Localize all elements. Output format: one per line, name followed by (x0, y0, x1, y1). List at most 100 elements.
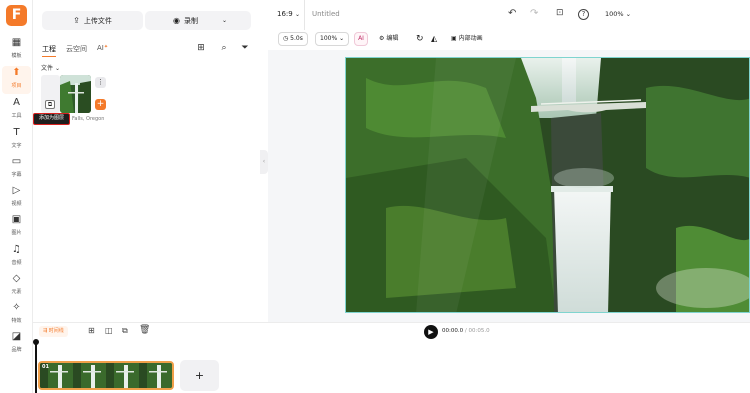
split-button[interactable]: ◫ (105, 326, 113, 335)
sparkle-icon: ✧ (12, 302, 21, 313)
flip-button[interactable]: ◭ (431, 32, 437, 46)
zoom-value: 100% (605, 10, 624, 18)
animation-icon: ▣ (451, 35, 457, 42)
tab-project[interactable]: 工程 (42, 44, 56, 57)
undo-button[interactable]: ↶ (508, 8, 516, 19)
scale-select[interactable]: 100% ⌄ (315, 32, 350, 46)
rotate-button[interactable]: ↻ (416, 32, 424, 46)
duration-control[interactable]: ◷ 5.0s (278, 32, 308, 46)
ai-magic-icon: AI (358, 35, 364, 42)
sidebar-item-label: 元素 (11, 289, 22, 295)
image-icon: ▣ (11, 214, 22, 225)
split-icon: ◫ (105, 326, 113, 335)
record-button[interactable]: ◉ 录制 ⌄ (149, 11, 251, 30)
chevron-down-icon: ⌄ (625, 10, 632, 18)
playhead-handle[interactable] (33, 339, 39, 345)
panel-collapse-handle[interactable]: ‹ (260, 150, 268, 174)
files-section-toggle[interactable]: 文件 ⌄ (41, 63, 60, 72)
waterfall-scene-image (346, 58, 749, 312)
subtitle-icon: ▭ (11, 156, 22, 167)
undo-icon: ↶ (508, 8, 517, 19)
playhead[interactable] (35, 340, 37, 393)
media-caption: Falls, Oregon (72, 116, 105, 122)
clock-icon: ◷ (283, 35, 289, 42)
media-more-button[interactable]: ⋮ (95, 77, 106, 88)
sidebar-item-label: 品牌 (11, 347, 22, 353)
sidebar-item-elements[interactable]: ◇ 元素 (2, 272, 31, 300)
focus-icon: ⊡ (556, 8, 564, 18)
help-button[interactable]: ? (578, 9, 589, 20)
sidebar-item-subtitles[interactable]: ▭ 字幕 (2, 155, 31, 183)
fit-screen-button[interactable]: ⊡ (556, 8, 564, 18)
filter-button[interactable]: ⏷ (238, 41, 252, 55)
tab-ai[interactable]: AI✦ (97, 44, 108, 52)
sidebar-item-label: 图片 (11, 230, 22, 236)
sparkle-icon: ✦ (103, 44, 109, 50)
header-divider (304, 0, 305, 30)
edit-label: 编辑 (386, 35, 399, 42)
files-section-label: 文件 (41, 65, 54, 72)
media-add-button[interactable]: + (95, 99, 106, 110)
project-title[interactable]: Untitled (312, 10, 340, 18)
delete-button[interactable]: 🗑 (139, 325, 150, 335)
folder-upload-icon: ⬆ (12, 67, 21, 78)
sidebar-item-label: 字幕 (11, 172, 22, 178)
sidebar-item-images[interactable]: ▣ 图片 (2, 213, 31, 241)
media-thumbnail[interactable] (60, 75, 91, 113)
sidebar-item-label: 工具 (11, 113, 22, 119)
sidebar-item-brand[interactable]: ◪ 品牌 (2, 330, 31, 358)
ai-tools-icon: A (13, 97, 20, 108)
new-folder-button[interactable]: ⊞ (194, 41, 208, 55)
timeline-track-area: 01 + (33, 339, 750, 393)
timeline-badge[interactable]: ⇶ 时间线 (39, 326, 68, 337)
sidebar-item-label: 模板 (11, 53, 22, 59)
edit-button[interactable]: ⚙ 编辑 (379, 32, 398, 46)
current-time: 00:00.0 (442, 328, 464, 334)
chevron-down-icon: ⌄ (339, 35, 345, 42)
folder-add-icon: ⊞ (197, 43, 205, 53)
flip-icon: ◭ (431, 34, 438, 43)
redo-button[interactable]: ↷ (530, 8, 538, 19)
add-track-button[interactable]: ⊞ (88, 326, 95, 335)
play-button[interactable]: ▶ (424, 325, 438, 339)
music-icon: ♫ (12, 244, 21, 255)
text-icon: T (13, 127, 20, 138)
sidebar-item-text[interactable]: T 文字 (2, 126, 31, 154)
timeline-toolbar: ⇶ 时间线 ⊞ ◫ ⧉ 🗑 ▶ 00:00.0 / 00:05.0 (33, 322, 750, 340)
ai-magic-button[interactable]: AI (354, 32, 368, 46)
waterfall-thumbnail-image (60, 75, 91, 113)
clip-index: 01 (42, 364, 49, 370)
search-icon: ⌕ (221, 43, 227, 53)
video-clip[interactable]: 01 (38, 361, 174, 390)
chevron-left-icon: ‹ (262, 158, 266, 165)
scale-value: 100% (320, 35, 338, 42)
sidebar-item-audio[interactable]: ♫ 音频 (2, 243, 31, 271)
brand-icon: ◪ (11, 331, 22, 342)
clip-filmstrip-image (40, 363, 172, 388)
upload-file-button[interactable]: ⇪ 上传文件 (42, 11, 143, 30)
add-square-icon: ⊞ (88, 326, 95, 335)
sidebar-item-project[interactable]: ⬆ 项目 (2, 66, 31, 94)
sidebar-item-video[interactable]: ▷ 视频 (2, 184, 31, 212)
add-layer-button[interactable]: ⧉ (45, 100, 55, 109)
left-rail: F ▦ 模板 ⬆ 项目 A 工具 T 文字 ▭ 字幕 ▷ 视频 ▣ 图片 ♫ 音频 ◇ 元素 ✧ 特效 ◪ 品牌 (0, 0, 33, 393)
chevron-down-icon: ⌄ (221, 17, 227, 24)
more-vertical-icon: ⋮ (97, 78, 104, 86)
tab-cloud[interactable]: 云空间 (66, 44, 87, 54)
zoom-select[interactable]: 100% ⌄ (605, 10, 631, 18)
search-button[interactable]: ⌕ (217, 41, 231, 55)
sidebar-item-label: 文字 (11, 143, 22, 149)
upload-icon: ⇪ (73, 16, 80, 25)
upload-file-label: 上传文件 (83, 16, 112, 25)
aspect-ratio-select[interactable]: 16:9 ⌄ (277, 10, 300, 18)
sidebar-item-effects[interactable]: ✧ 特效 (2, 301, 31, 329)
plus-icon: + (96, 99, 105, 109)
sidebar-item-ai-tools[interactable]: A 工具 (2, 96, 31, 124)
sidebar-item-label: 视频 (11, 201, 22, 207)
duplicate-button[interactable]: ⧉ (122, 326, 128, 336)
shapes-icon: ◇ (12, 273, 21, 284)
sidebar-item-templates[interactable]: ▦ 模板 (2, 36, 31, 64)
add-clip-button[interactable]: + (180, 360, 219, 391)
inner-animation-button[interactable]: ▣ 内部动画 (451, 32, 483, 46)
canvas-video-layer[interactable] (345, 57, 750, 313)
